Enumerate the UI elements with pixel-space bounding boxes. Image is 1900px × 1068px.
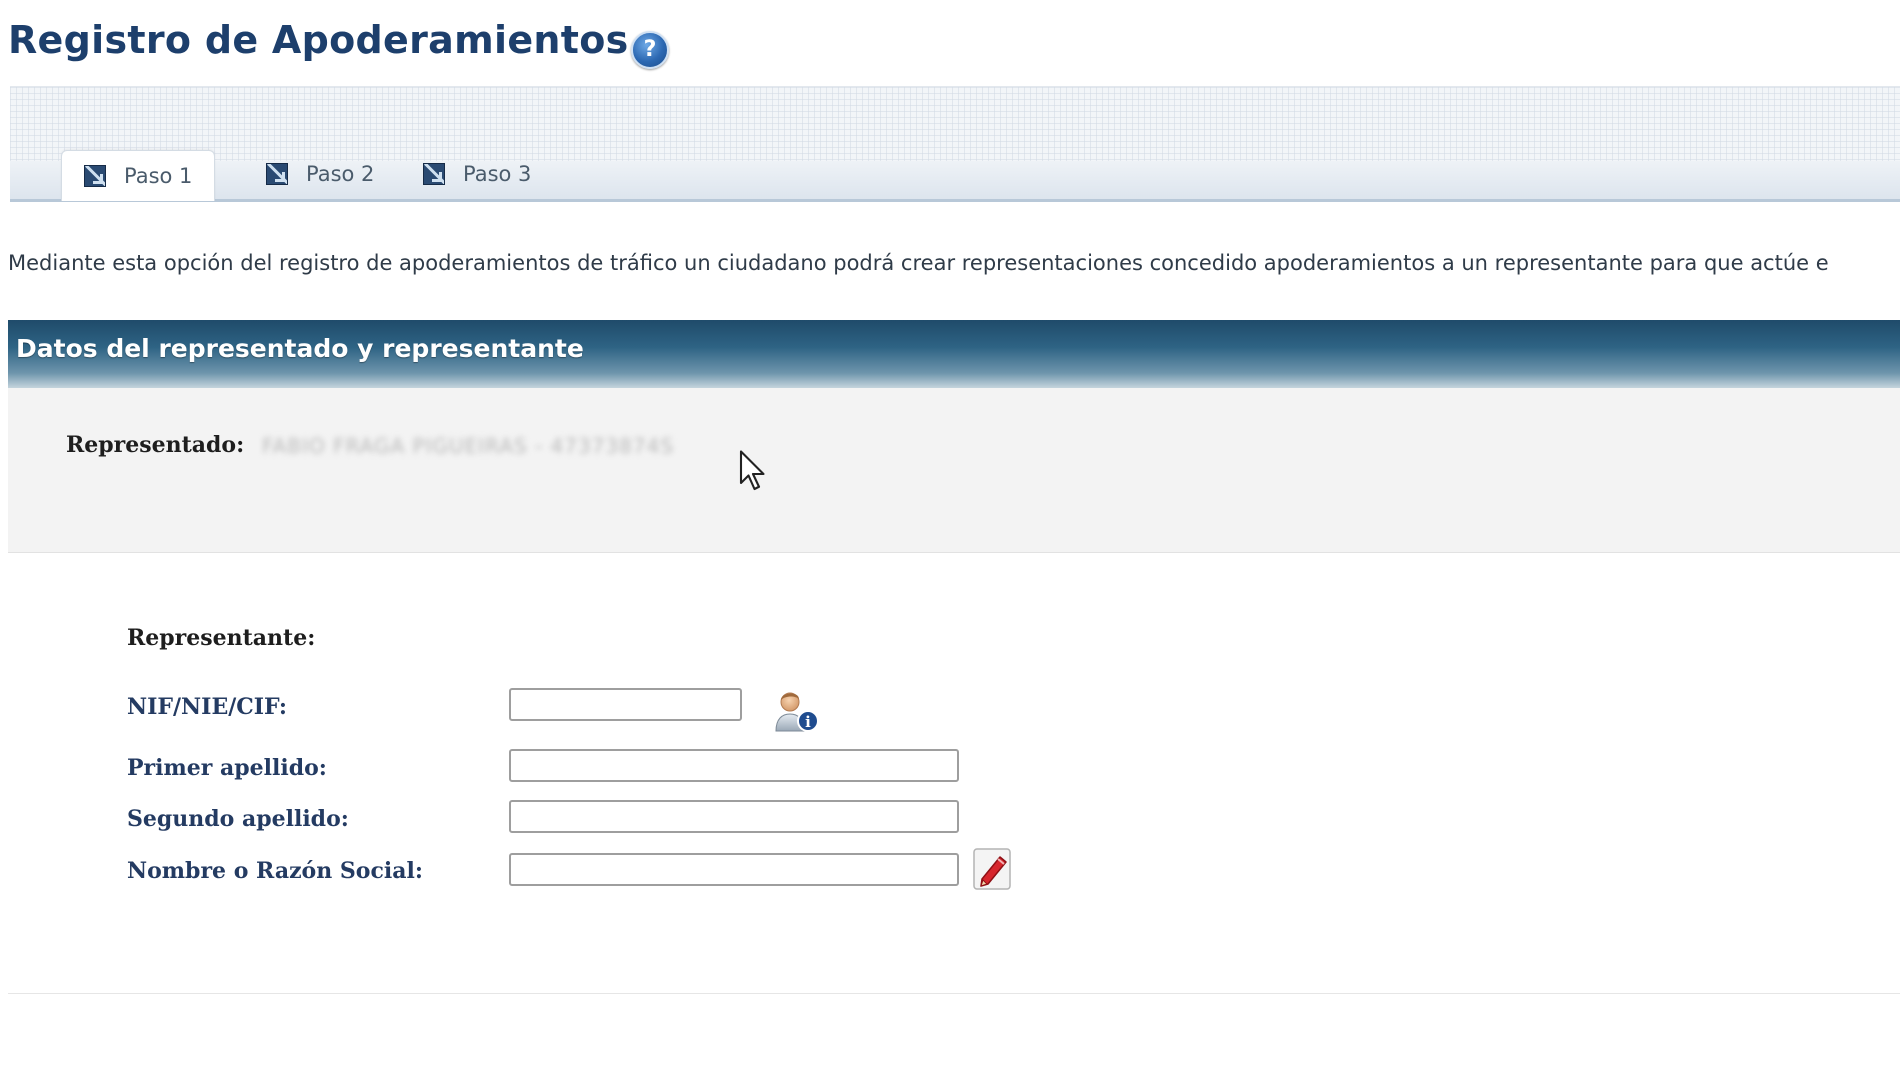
help-icon[interactable]: ? xyxy=(631,31,669,69)
representado-label: Representado: xyxy=(66,432,245,458)
tab-paso-2[interactable]: Paso 2 xyxy=(266,155,374,193)
section-header: Datos del representado y representante xyxy=(8,320,1900,388)
tab-label: Paso 3 xyxy=(463,162,532,186)
tab-paso-3[interactable]: Paso 3 xyxy=(423,155,531,193)
page-title: Registro de Apoderamientos xyxy=(8,18,629,62)
segundo-apellido-label: Segundo apellido: xyxy=(127,806,349,832)
segundo-apellido-input[interactable] xyxy=(509,800,959,833)
nombre-label: Nombre o Razón Social: xyxy=(127,858,423,884)
svg-text:i: i xyxy=(805,713,811,731)
primer-apellido-input[interactable] xyxy=(509,749,959,782)
representante-heading: Representante: xyxy=(127,625,316,651)
step-arrow-icon xyxy=(266,163,288,185)
tab-label: Paso 1 xyxy=(124,164,193,188)
step-arrow-icon xyxy=(84,165,106,187)
representado-panel: Representado: FABIO FRAGA PIGUEIRAS - 47… xyxy=(8,388,1900,553)
representado-value: FABIO FRAGA PIGUEIRAS - 47373874S xyxy=(262,434,675,458)
tab-paso-1[interactable]: Paso 1 xyxy=(61,150,216,201)
nombre-input[interactable] xyxy=(509,853,959,886)
nif-input[interactable] xyxy=(509,688,742,721)
description-text: Mediante esta opción del registro de apo… xyxy=(8,251,1829,275)
tab-label: Paso 2 xyxy=(306,162,375,186)
primer-apellido-label: Primer apellido: xyxy=(127,755,327,781)
person-info-icon[interactable]: i xyxy=(770,685,820,733)
pencil-edit-icon[interactable] xyxy=(972,846,1014,892)
nif-label: NIF/NIE/CIF: xyxy=(127,694,288,720)
mouse-cursor-icon xyxy=(739,450,765,491)
section-title: Datos del representado y representante xyxy=(16,334,584,363)
step-arrow-icon xyxy=(423,163,445,185)
